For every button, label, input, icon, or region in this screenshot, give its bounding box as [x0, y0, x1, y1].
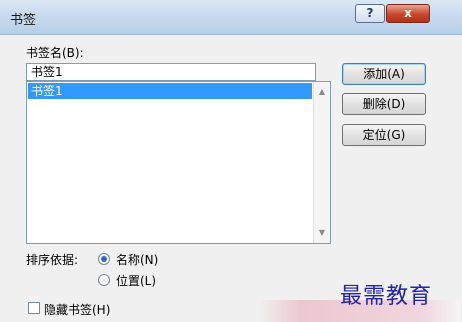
bookmark-name-input[interactable]: 书签1 — [26, 63, 316, 81]
bookmark-name-label: 书签名(B): — [26, 46, 84, 60]
hidden-bookmarks-label: 隐藏书签(H) — [44, 303, 111, 317]
watermark-text: 最需教育 — [340, 284, 433, 309]
list-item[interactable]: 书签1 — [28, 83, 312, 99]
sort-by-location-label: 位置(L) — [116, 274, 157, 288]
help-button[interactable]: ? — [355, 4, 385, 23]
bookmark-dialog: 书签 ? x 书签名(B): 书签1 书签1 ▲ ▼ 添加(A) 删除(D) 定… — [0, 0, 462, 322]
list-scrollbar[interactable]: ▲ ▼ — [313, 82, 330, 243]
hidden-bookmarks-checkbox[interactable] — [28, 302, 40, 314]
title-bar: 书签 ? x — [0, 0, 462, 35]
sort-by-location-radio[interactable] — [98, 274, 110, 286]
close-button[interactable]: x — [386, 4, 430, 23]
scroll-down-arrow-icon[interactable]: ▼ — [314, 225, 330, 241]
sort-by-name-label: 名称(N) — [116, 253, 159, 267]
bookmark-list[interactable]: 书签1 ▲ ▼ — [26, 81, 331, 244]
goto-button[interactable]: 定位(G) — [342, 124, 426, 146]
delete-button[interactable]: 删除(D) — [342, 93, 426, 115]
dialog-title: 书签 — [10, 13, 37, 28]
sort-by-label: 排序依据: — [26, 253, 79, 267]
scroll-up-arrow-icon[interactable]: ▲ — [314, 84, 330, 100]
add-button[interactable]: 添加(A) — [342, 63, 426, 85]
sort-by-name-radio[interactable] — [98, 253, 110, 265]
